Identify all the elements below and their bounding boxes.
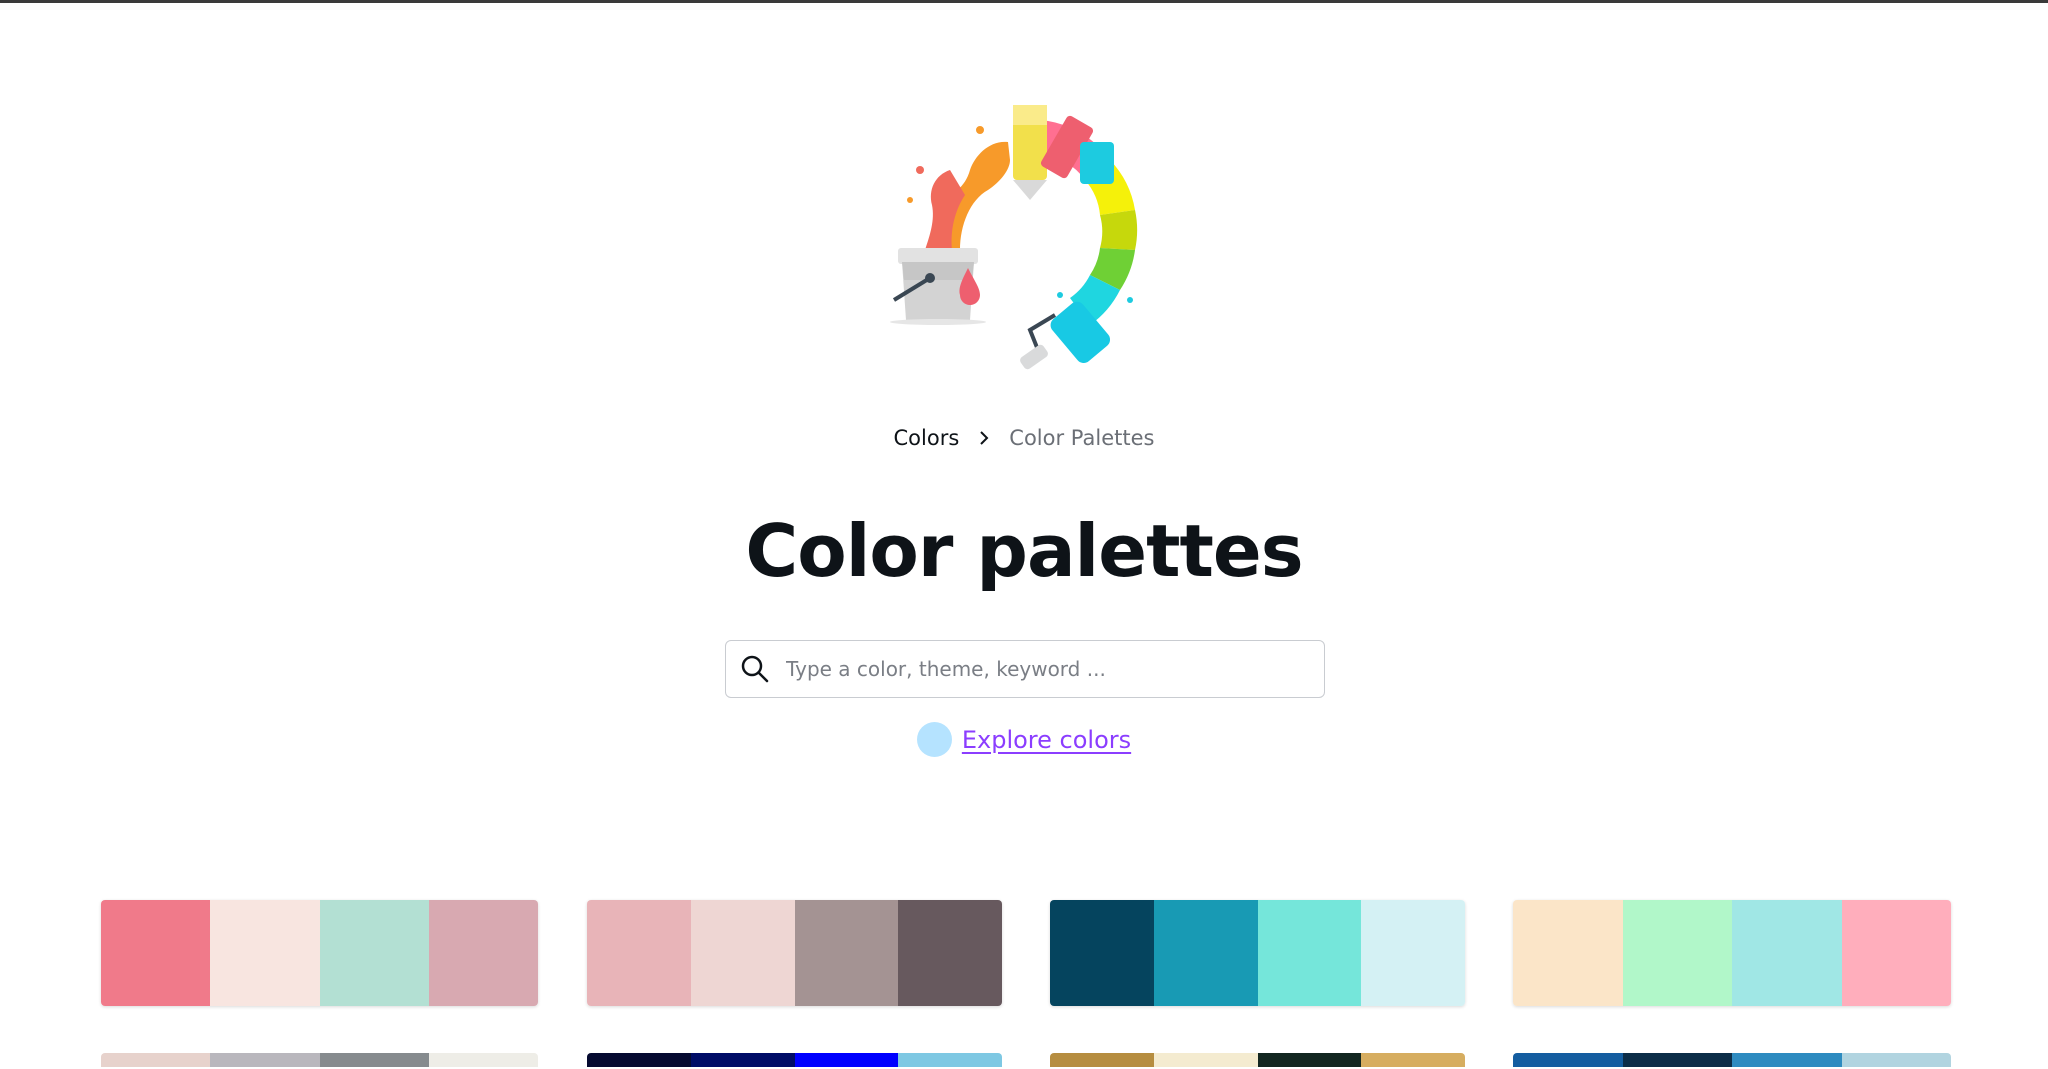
breadcrumb-colors-link[interactable]: Colors	[894, 426, 960, 450]
color-swatch[interactable]	[1732, 1053, 1842, 1067]
color-swatch[interactable]	[1361, 900, 1465, 1006]
color-swatch[interactable]	[1841, 1053, 1951, 1067]
palette-card[interactable]	[1050, 900, 1465, 1006]
color-swatch[interactable]	[1513, 1053, 1623, 1067]
color-swatch[interactable]	[319, 900, 429, 1006]
color-swatch[interactable]	[210, 900, 320, 1006]
color-swatch[interactable]	[1050, 1053, 1154, 1067]
color-swatch[interactable]	[794, 1053, 899, 1067]
color-swatch[interactable]	[1257, 1053, 1362, 1067]
color-swatch[interactable]	[1732, 900, 1842, 1006]
palette-card[interactable]	[587, 1053, 1002, 1067]
breadcrumb: Colors Color Palettes	[0, 426, 2048, 450]
color-swatch[interactable]	[794, 900, 899, 1006]
search-input[interactable]	[784, 642, 1324, 696]
color-swatch[interactable]	[587, 1053, 691, 1067]
palette-card[interactable]	[1050, 1053, 1465, 1067]
color-swatch[interactable]	[101, 900, 211, 1006]
color-swatch[interactable]	[1361, 1053, 1465, 1067]
color-swatch[interactable]	[1622, 900, 1732, 1006]
color-swatch[interactable]	[1841, 900, 1951, 1006]
palette-card[interactable]	[587, 900, 1002, 1006]
color-swatch[interactable]	[587, 900, 691, 1006]
color-swatch[interactable]	[1622, 1053, 1732, 1067]
color-swatch[interactable]	[690, 1053, 795, 1067]
search-icon	[740, 654, 770, 684]
color-swatch[interactable]	[101, 1053, 211, 1067]
color-swatch[interactable]	[210, 1053, 320, 1067]
explore-color-dot	[916, 722, 952, 757]
breadcrumb-current: Color Palettes	[1009, 426, 1155, 450]
palette-card[interactable]	[101, 900, 538, 1006]
top-rule	[0, 0, 2048, 3]
palette-card[interactable]	[101, 1053, 538, 1067]
chevron-right-icon	[977, 430, 991, 446]
paint-splash-illustration	[880, 100, 1170, 380]
palette-card[interactable]	[1513, 1053, 1951, 1067]
color-swatch[interactable]	[1153, 900, 1258, 1006]
search-box	[725, 640, 1325, 698]
explore-colors: Explore colors	[0, 722, 2048, 757]
color-swatch[interactable]	[428, 1053, 538, 1067]
page-title: Color palettes	[745, 509, 1303, 593]
color-swatch[interactable]	[1050, 900, 1154, 1006]
palette-card[interactable]	[1513, 900, 1951, 1006]
color-swatch[interactable]	[428, 900, 538, 1006]
color-swatch[interactable]	[898, 1053, 1002, 1067]
color-swatch[interactable]	[898, 900, 1002, 1006]
color-swatch[interactable]	[1513, 900, 1623, 1006]
explore-colors-link[interactable]: Explore colors	[962, 726, 1131, 754]
color-swatch[interactable]	[1153, 1053, 1258, 1067]
color-swatch[interactable]	[319, 1053, 429, 1067]
color-swatch[interactable]	[1257, 900, 1362, 1006]
color-swatch[interactable]	[690, 900, 795, 1006]
